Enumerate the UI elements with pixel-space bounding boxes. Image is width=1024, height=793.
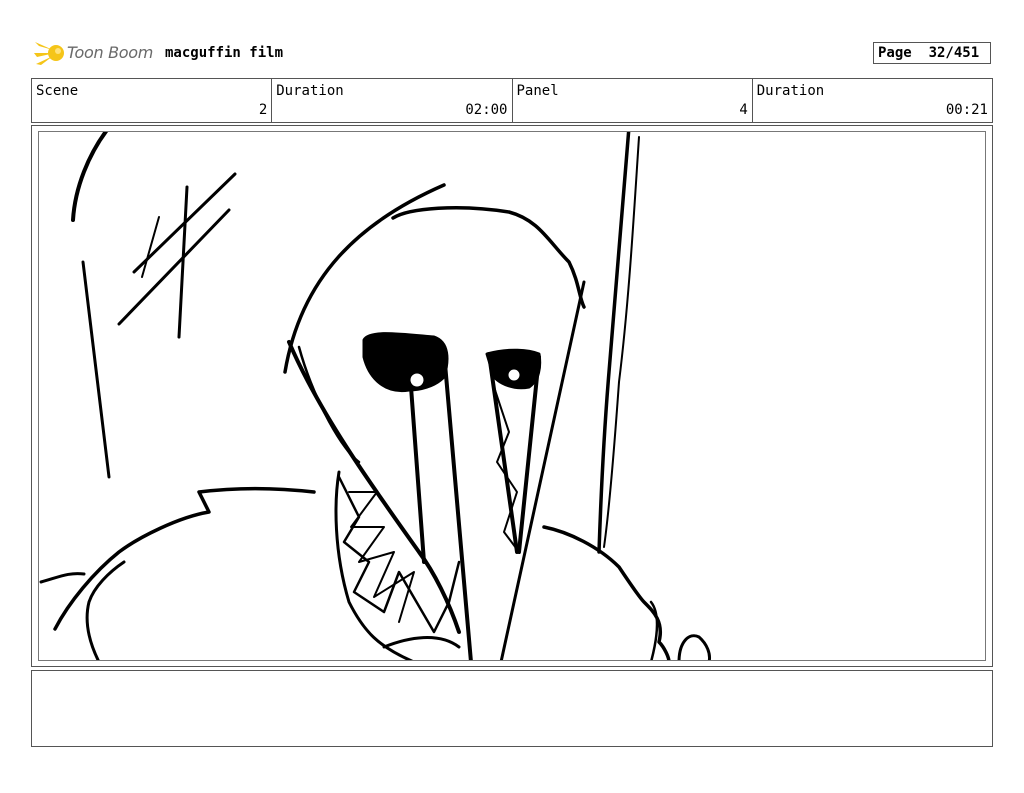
scene-label: Scene [36,83,79,99]
panel-frame [31,125,993,667]
panel-duration-value: 00:21 [945,102,988,118]
page-label: Page [878,45,912,61]
starburst-icon [34,42,64,65]
project-title: macguffin film [165,45,284,61]
scene-duration-cell: Duration 02:00 [272,79,513,122]
page-number: 32/451 [928,45,980,61]
page-indicator: Page 32/451 [873,42,991,64]
brand-name: Toon Boom [67,43,154,62]
panel-duration-label: Duration [756,83,825,99]
sketch-helmet-figure [39,132,711,660]
scene-duration-label: Duration [276,83,344,99]
scene-value: 2 [258,102,268,118]
scene-cell: Scene 2 [32,79,273,122]
panel-value: 4 [739,102,748,118]
panel-notes [31,670,993,747]
scene-duration-value: 02:00 [465,102,508,118]
toon-boom-logo: Toon Boom [33,36,155,70]
storyboard-drawing [38,131,986,661]
panel-duration-cell: Duration 00:21 [753,79,992,122]
panel-cell: Panel 4 [513,79,753,122]
panel-info-row: Scene 2 Duration 02:00 Panel 4 Duration … [31,78,993,123]
panel-label: Panel [516,83,559,99]
